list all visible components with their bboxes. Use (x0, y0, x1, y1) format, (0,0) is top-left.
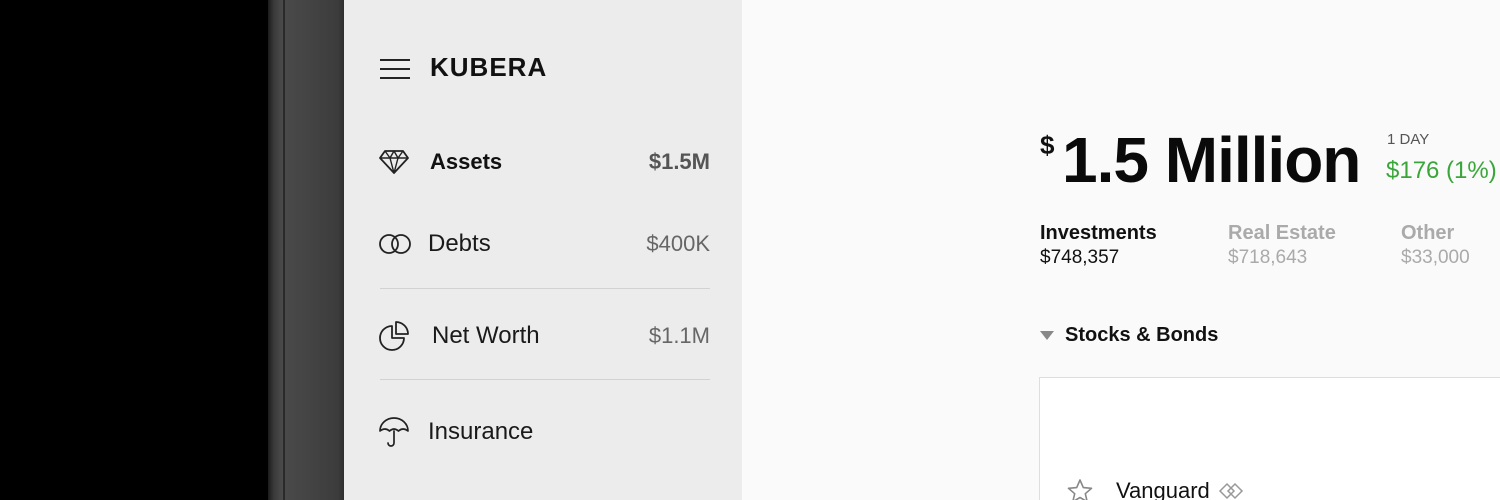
device-edge-line (283, 0, 285, 500)
section-header-stocks-bonds[interactable]: Stocks & Bonds (1040, 324, 1218, 347)
sidebar-item-insurance[interactable]: Insurance (378, 412, 710, 452)
star-icon[interactable] (1066, 478, 1094, 500)
link-icon[interactable] (1218, 482, 1244, 500)
pie-chart-icon (378, 321, 412, 351)
sidebar-item-assets[interactable]: Assets $1.5M (378, 142, 710, 182)
section-title: Stocks & Bonds (1065, 324, 1219, 346)
device-edge (268, 0, 344, 500)
change-period-label: 1 DAY (1387, 131, 1430, 148)
sidebar-item-value: $1.1M (648, 323, 710, 348)
sidebar-divider (380, 379, 710, 380)
diamond-icon (378, 147, 412, 177)
sidebar-item-label: Debts (428, 230, 491, 257)
sidebar-item-debts[interactable]: Debts $400K (378, 224, 710, 264)
device-bezel (0, 0, 270, 500)
sidebar-item-label: Net Worth (432, 322, 540, 349)
category-name: Investments (1040, 222, 1157, 244)
change-value: $176 (1%) (1386, 157, 1497, 184)
sidebar-item-label: Assets (430, 149, 503, 174)
total-assets-value: 1.5 Million (1062, 124, 1361, 196)
holding-row[interactable]: Vanguard (1066, 478, 1244, 500)
umbrella-icon (378, 417, 412, 447)
main-content: $ 1.5 Million 1 DAY $176 (1%) Investment… (742, 0, 1500, 500)
category-name: Other (1401, 222, 1455, 244)
sidebar-item-net-worth[interactable]: Net Worth $1.1M (378, 316, 710, 356)
category-tab-real-estate[interactable]: Real Estate $718,643 (1228, 222, 1336, 269)
app-logo: KUBERA (430, 52, 548, 82)
category-tab-other[interactable]: Other $33,000 (1401, 222, 1470, 269)
category-tab-investments[interactable]: Investments $748,357 (1040, 222, 1157, 269)
collapse-triangle-icon[interactable] (1040, 331, 1054, 340)
sidebar: KUBERA Assets $1.5M Debts $400K Net Wort… (344, 0, 742, 500)
sidebar-item-value: $1.5M (648, 149, 710, 174)
holdings-card: Vanguard (1039, 377, 1500, 500)
hamburger-menu-icon[interactable] (380, 58, 410, 80)
holding-name: Vanguard (1116, 478, 1210, 500)
category-value: $748,357 (1040, 247, 1120, 268)
category-name: Real Estate (1228, 222, 1336, 244)
linked-circles-icon (378, 229, 412, 259)
sidebar-item-label: Insurance (428, 418, 534, 445)
total-currency-symbol: $ (1040, 130, 1055, 160)
category-value: $33,000 (1401, 247, 1470, 268)
sidebar-item-value: $400K (646, 231, 710, 256)
category-value: $718,643 (1228, 247, 1308, 268)
sidebar-divider (380, 288, 710, 289)
